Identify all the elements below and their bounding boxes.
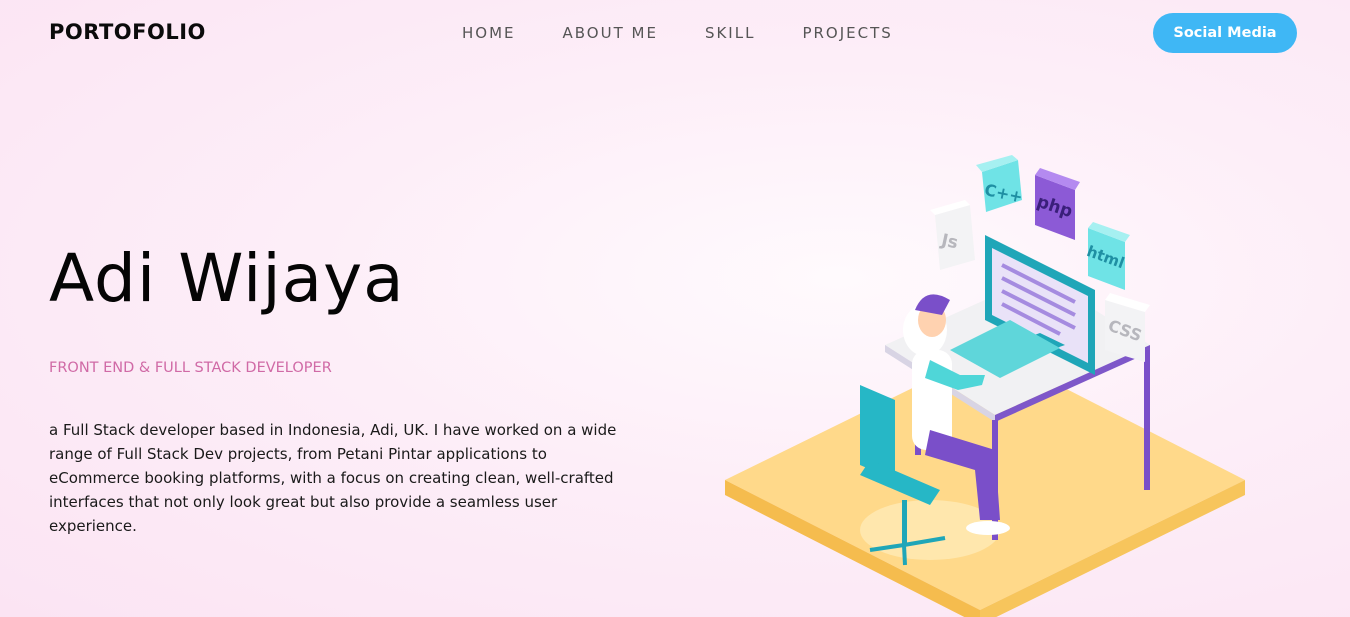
php-cube-icon: php [1034, 168, 1080, 240]
hero-name: Adi Wijaya [49, 240, 405, 317]
nav-link-projects[interactable]: PROJECTS [802, 24, 892, 42]
top-nav: PORTOFOLIO HOME ABOUT ME SKILL PROJECTS … [0, 0, 1350, 67]
nav-link-skill[interactable]: SKILL [705, 24, 756, 42]
developer-at-desk-illustration: C++ php Js html CSS [725, 155, 1245, 617]
hero-bio: a Full Stack developer based in Indonesi… [49, 421, 617, 535]
html-cube-icon: html [1084, 222, 1130, 290]
nav-link-home[interactable]: HOME [462, 24, 516, 42]
hero-role: FRONT END & FULL STACK DEVELOPER [49, 360, 332, 376]
css-cube-icon: CSS [1105, 293, 1150, 362]
js-cube-icon: Js [930, 200, 975, 270]
nav-link-about-me[interactable]: ABOUT ME [563, 24, 658, 42]
nav-menu: HOME ABOUT ME SKILL PROJECTS [462, 24, 940, 42]
cpp-cube-icon: C++ [976, 155, 1025, 212]
social-media-button[interactable]: Social Media [1153, 13, 1297, 53]
brand-logo[interactable]: PORTOFOLIO [49, 20, 206, 44]
